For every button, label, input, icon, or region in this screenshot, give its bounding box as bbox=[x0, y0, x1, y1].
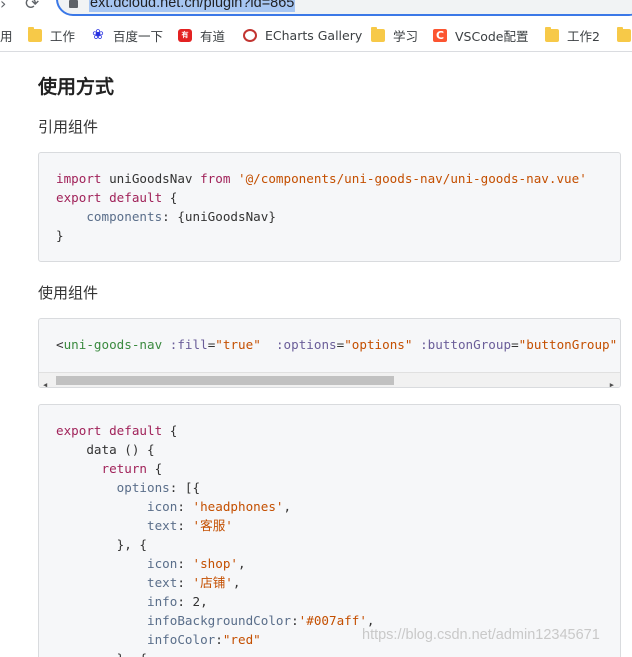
bookmark-item[interactable]: 学习 bbox=[371, 26, 418, 44]
bookmark-item[interactable]: ❀ 百度一下 bbox=[91, 26, 163, 44]
code-line: import uniGoodsNav from '@/components/un… bbox=[56, 171, 587, 186]
bookmark-label: 工作2 bbox=[567, 28, 600, 44]
scroll-right-icon[interactable]: ▶ bbox=[610, 376, 614, 387]
reload-icon[interactable]: ⟳ bbox=[25, 0, 39, 14]
code-line: icon: 'headphones', bbox=[147, 499, 292, 514]
bookmark-label: 学习 bbox=[393, 28, 419, 44]
scrollbar-thumb[interactable] bbox=[56, 376, 394, 385]
forward-arrow-icon[interactable]: › bbox=[0, 0, 6, 13]
code-line: components: {uniGoodsNav} bbox=[86, 209, 276, 224]
bookmark-item[interactable]: C VSCode配置 bbox=[433, 26, 529, 44]
bookmark-label: 百度一下 bbox=[113, 28, 164, 44]
bookmark-item[interactable]: ECharts Gallery bbox=[243, 26, 362, 44]
bookmark-label: 工作 bbox=[50, 28, 76, 44]
folder-icon bbox=[28, 26, 42, 42]
section-heading-import: 引用组件 bbox=[38, 118, 99, 136]
bookmark-label: 有道 bbox=[200, 28, 226, 44]
bookmarks-bar: 用 工作 ❀ 百度一下 有 有道 ECharts Gallery 学习 C VS… bbox=[0, 18, 632, 52]
bookmark-item[interactable]: 有 有道 bbox=[178, 26, 225, 44]
code-line: }, { bbox=[116, 537, 148, 552]
folder-icon bbox=[545, 26, 559, 42]
code-block-script: export default { data () { return { opti… bbox=[38, 404, 621, 657]
code-line: options: [{ bbox=[116, 480, 201, 495]
code-line: data () { bbox=[86, 442, 155, 457]
bookmark-label: VSCode配置 bbox=[455, 28, 529, 44]
bookmark-item[interactable] bbox=[617, 26, 632, 44]
bookmark-label: ECharts Gallery bbox=[265, 27, 363, 43]
code-line: text: '店铺', bbox=[147, 575, 241, 590]
code-line: export default { bbox=[56, 423, 178, 438]
bookmark-item[interactable]: 工作2 bbox=[545, 26, 600, 44]
code-line: }, { bbox=[56, 649, 147, 657]
code-line: icon: 'shop', bbox=[147, 556, 246, 571]
page-title: 使用方式 bbox=[38, 76, 115, 98]
baidu-icon: ❀ bbox=[92, 26, 104, 43]
code-block-usage: <uni-goods-nav :fill="true" :options="op… bbox=[38, 318, 621, 388]
bookmark-item[interactable]: 工作 bbox=[28, 26, 75, 44]
code-line: infoColor:"red" bbox=[147, 632, 261, 647]
code-line: return { bbox=[101, 461, 163, 476]
code-block-import: import uniGoodsNav from '@/components/un… bbox=[38, 152, 621, 262]
bookmark-item[interactable]: 用 bbox=[0, 26, 13, 44]
code-line: text: '客服' bbox=[147, 518, 233, 533]
youdao-icon: 有 bbox=[178, 28, 192, 42]
code-line: export default { bbox=[56, 190, 178, 205]
code-line: } bbox=[56, 228, 64, 243]
horizontal-scrollbar[interactable]: ◀ ▶ bbox=[39, 372, 620, 387]
folder-icon bbox=[617, 26, 631, 42]
folder-icon bbox=[371, 26, 385, 42]
bookmark-label: 用 bbox=[0, 28, 13, 44]
lock-icon[interactable] bbox=[69, 0, 78, 8]
code-line: info: 2, bbox=[147, 594, 208, 609]
address-bar-area: › ⟳ ext.dcloud.net.cn/plugin?id=865 bbox=[0, 0, 632, 18]
url-text[interactable]: ext.dcloud.net.cn/plugin?id=865 bbox=[89, 0, 296, 12]
echarts-icon bbox=[243, 28, 257, 42]
csdn-icon: C bbox=[433, 28, 447, 42]
section-heading-usage: 使用组件 bbox=[38, 284, 99, 302]
code-line: <uni-goods-nav :fill="true" :options="op… bbox=[56, 337, 618, 352]
code-line: infoBackgroundColor:'#007aff', bbox=[147, 613, 375, 628]
watermark: https://blog.csdn.net/admin12345671 bbox=[362, 627, 600, 643]
scroll-left-icon[interactable]: ◀ bbox=[43, 376, 47, 387]
